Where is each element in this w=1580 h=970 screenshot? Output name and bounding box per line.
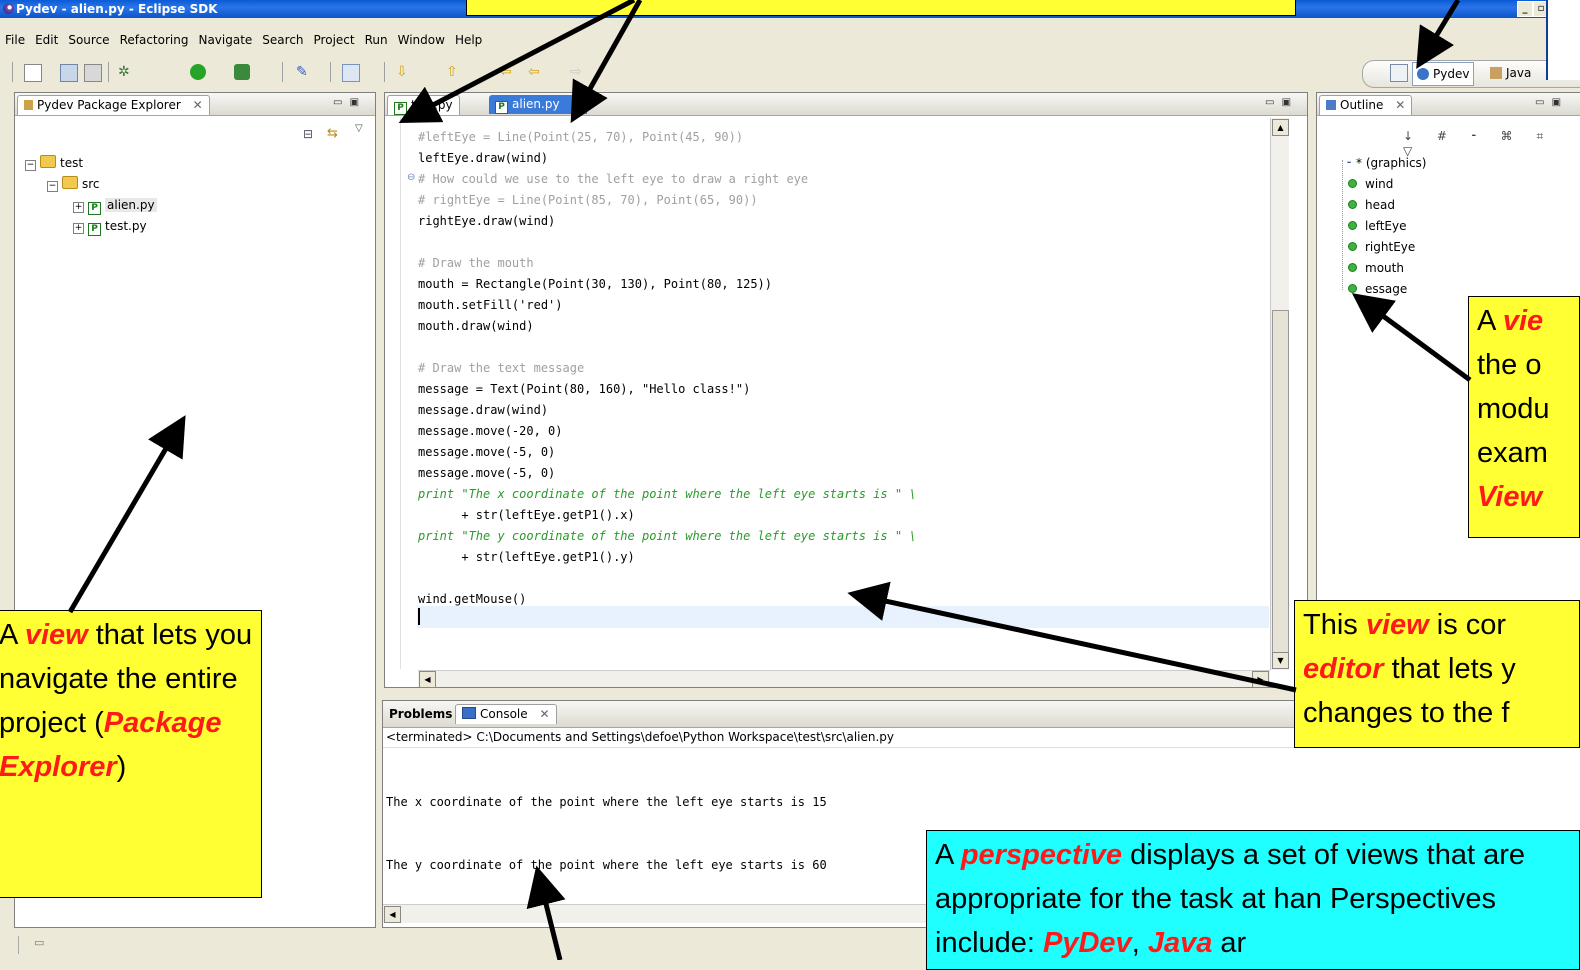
arrow-to-editor	[847, 581, 1297, 693]
annotation-arrows	[67, 0, 1472, 960]
arrow-to-alien-tab	[570, 0, 643, 124]
arrow-to-explorer	[67, 415, 186, 614]
arrow-to-test-tab	[398, 0, 636, 123]
arrow-to-console	[526, 865, 566, 960]
arrow-to-outline	[1351, 293, 1472, 383]
arrow-to-perspectives	[1416, 0, 1461, 69]
